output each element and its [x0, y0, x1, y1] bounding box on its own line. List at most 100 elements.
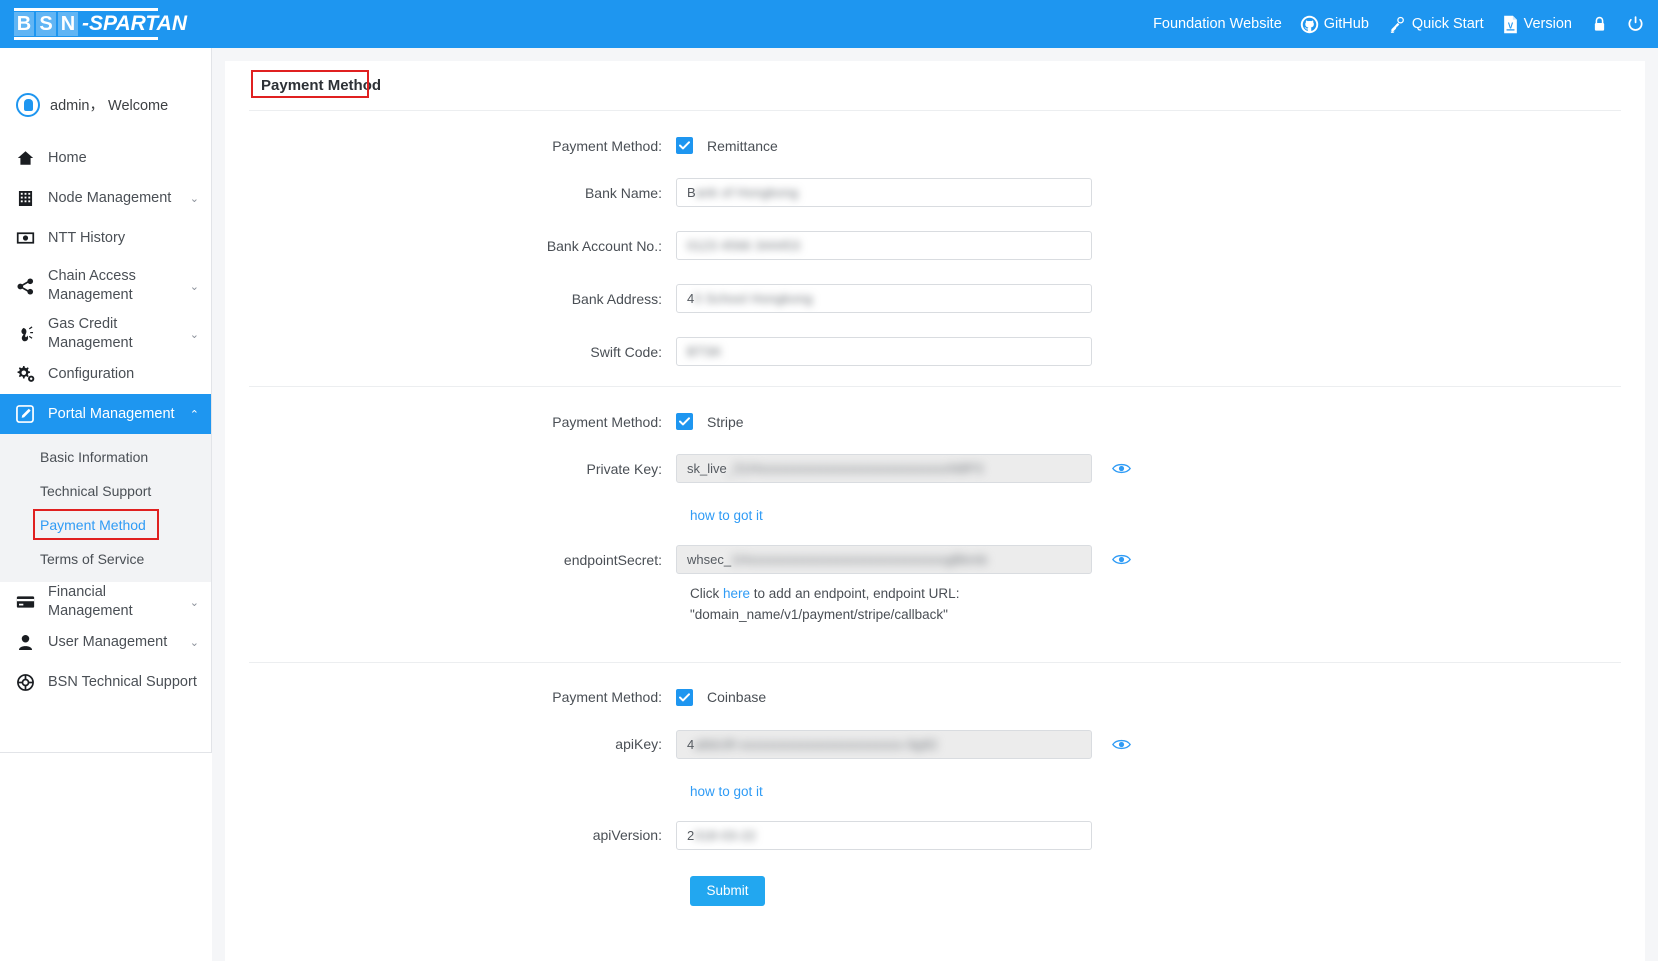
api-key-label: apiKey: [249, 736, 676, 752]
endpoint-helper-link[interactable]: here [723, 586, 750, 601]
lifebuoy-icon [14, 674, 36, 691]
chevron-down-icon: ⌄ [190, 280, 199, 293]
remittance-method-label: Payment Method: [249, 138, 676, 154]
sidebar-item-gas-credit-management[interactable]: Gas Credit Management ⌄ [0, 314, 211, 354]
endpoint-secret-input[interactable]: whsec_1HxxxxxxxxxxxxxxxxxxxxxxxxxxxxxgBk… [676, 545, 1092, 574]
lock-icon[interactable] [1592, 16, 1607, 33]
chevron-down-icon: ⌄ [190, 636, 199, 649]
private-key-row: Private Key: sk_live_51Hxxxxxxxxxxxxxxxx… [249, 454, 1621, 483]
card-header: Payment Method [249, 61, 1621, 111]
api-key-eye-icon[interactable] [1112, 738, 1131, 751]
remittance-method-row: Payment Method: Remittance [249, 137, 1621, 154]
bank-name-value: ank of Hongkong [696, 185, 799, 200]
nav-github[interactable]: GitHub [1300, 15, 1369, 34]
endpoint-secret-eye-icon[interactable] [1112, 553, 1131, 566]
sidebar-item-node-management[interactable]: Node Management ⌄ [0, 178, 211, 218]
sidebar-subitem-technical-support-label: Technical Support [40, 483, 151, 499]
sidebar-subitem-basic-information-label: Basic Information [40, 449, 148, 465]
home-icon [14, 150, 36, 166]
bank-account-no-label: Bank Account No.: [249, 238, 676, 254]
endpoint-helper-text: Click here to add an endpoint, endpoint … [690, 584, 1110, 626]
github-icon [1300, 15, 1319, 34]
bank-account-no-row: Bank Account No.: 0123 4566 344453 [249, 231, 1621, 260]
chevron-down-icon: ⌄ [190, 596, 199, 609]
sidebar-item-gas-credit-management-label: Gas Credit Management [48, 315, 184, 353]
api-version-input[interactable]: 2018-03-22 [676, 821, 1092, 850]
nav-foundation-website[interactable]: Foundation Website [1153, 16, 1282, 32]
swift-code-row: Swift Code: BTSK [249, 337, 1621, 366]
sidebar-item-financial-management-label: Financial Management [48, 583, 184, 621]
bank-address-label: Bank Address: [249, 291, 676, 307]
sidebar-item-user-management[interactable]: User Management ⌄ [0, 622, 211, 662]
sidebar-subitem-basic-information[interactable]: Basic Information [0, 440, 211, 474]
sidebar-item-node-management-label: Node Management [48, 189, 184, 208]
remittance-section: Payment Method: Remittance Bank Name: Ba… [249, 111, 1621, 387]
submit-button[interactable]: Submit [690, 876, 765, 906]
bank-name-input[interactable]: Bank of Hongkong [676, 178, 1092, 207]
bank-name-row: Bank Name: Bank of Hongkong [249, 178, 1621, 207]
coinbase-checkbox[interactable] [676, 689, 693, 706]
coinbase-method-label: Payment Method: [249, 689, 676, 705]
sidebar-item-bsn-technical-support-label: BSN Technical Support [48, 673, 199, 692]
swift-code-label: Swift Code: [249, 344, 676, 360]
power-icon[interactable] [1627, 15, 1644, 33]
api-version-label: apiVersion: [249, 827, 676, 843]
api-version-row: apiVersion: 2018-03-22 [249, 821, 1621, 850]
endpoint-secret-value: 1HxxxxxxxxxxxxxxxxxxxxxxxxxxxxxgBkmb [731, 552, 987, 567]
logo-letter-b: B [14, 12, 34, 36]
server-icon [14, 190, 36, 207]
api-version-value-lead: 2 [687, 828, 694, 843]
chevron-up-icon: ⌃ [190, 408, 199, 421]
sidebar: admin， Welcome Home Node Management ⌄ NT… [0, 48, 212, 753]
avatar [16, 93, 40, 117]
remittance-checkbox[interactable] [676, 137, 693, 154]
sidebar-subitem-payment-method-label: Payment Method [40, 517, 146, 533]
bank-address-input[interactable]: 45 School Hongkong [676, 284, 1092, 313]
private-key-eye-icon[interactable] [1112, 462, 1131, 475]
sidebar-item-home[interactable]: Home [0, 138, 211, 178]
page-title: Payment Method [257, 75, 385, 96]
endpoint-secret-row: endpointSecret: whsec_1Hxxxxxxxxxxxxxxxx… [249, 545, 1621, 574]
user-greeting: admin， Welcome [50, 94, 168, 115]
sidebar-item-bsn-technical-support[interactable]: BSN Technical Support [0, 662, 211, 702]
logo-letter-n: N [58, 12, 78, 36]
api-key-value-lead: 4 [687, 737, 694, 752]
stripe-checkbox[interactable] [676, 413, 693, 430]
stripe-method-row: Payment Method: Stripe [249, 413, 1621, 430]
sidebar-item-user-management-label: User Management [48, 633, 184, 652]
sidebar-subitem-technical-support[interactable]: Technical Support [0, 474, 211, 508]
sidebar-item-financial-management[interactable]: Financial Management ⌄ [0, 582, 211, 622]
sidebar-item-portal-management[interactable]: Portal Management ⌃ [0, 394, 211, 434]
stripe-how-to-get-it-link[interactable]: how to got it [690, 508, 763, 523]
bank-address-value-lead: 4 [687, 291, 694, 306]
stripe-checkbox-label: Stripe [707, 414, 744, 430]
sidebar-subitem-terms-of-service[interactable]: Terms of Service [0, 542, 211, 576]
main-content: Payment Method Payment Method: Remittanc… [212, 48, 1658, 961]
sidebar-item-home-label: Home [48, 149, 199, 168]
sidebar-item-ntt-history[interactable]: NTT History [0, 218, 211, 258]
sidebar-subitem-terms-of-service-label: Terms of Service [40, 551, 144, 567]
sidebar-item-chain-access-management[interactable]: Chain Access Management ⌄ [0, 258, 211, 314]
swift-code-input[interactable]: BTSK [676, 337, 1092, 366]
document-icon: V [1502, 15, 1519, 34]
api-key-input[interactable]: 4a8dc9f-xxxxxxxxxxxxxxxxxxxxxxxx-9g82 [676, 730, 1092, 759]
sidebar-item-configuration[interactable]: Configuration [0, 354, 211, 394]
nav-quick-start-label: Quick Start [1412, 16, 1484, 32]
gas-icon [14, 326, 36, 343]
nav-version[interactable]: V Version [1502, 15, 1572, 34]
nav-quick-start[interactable]: Quick Start [1387, 15, 1484, 34]
private-key-input[interactable]: sk_live_51HxxxxxxxxxxxxxxxxxxxxxxxxxxxxN… [676, 454, 1092, 483]
stripe-method-label: Payment Method: [249, 414, 676, 430]
endpoint-helper-prefix: Click [690, 586, 723, 601]
banknote-icon [14, 231, 36, 245]
chevron-down-icon: ⌄ [190, 328, 199, 341]
coinbase-how-to-get-it-link[interactable]: how to got it [690, 784, 763, 799]
remittance-checkbox-label: Remittance [707, 138, 778, 154]
sidebar-subitem-payment-method[interactable]: Payment Method [0, 508, 211, 542]
private-key-value: _51HxxxxxxxxxxxxxxxxxxxxxxxxxxxxN8P3 [727, 461, 983, 476]
private-key-value-lead: sk_live [687, 461, 727, 476]
coinbase-section: Payment Method: Coinbase apiKey: 4a8dc9f… [249, 663, 1621, 920]
sidebar-item-chain-access-management-label: Chain Access Management [48, 267, 184, 305]
bank-account-no-input[interactable]: 0123 4566 344453 [676, 231, 1092, 260]
edit-icon [14, 405, 36, 423]
